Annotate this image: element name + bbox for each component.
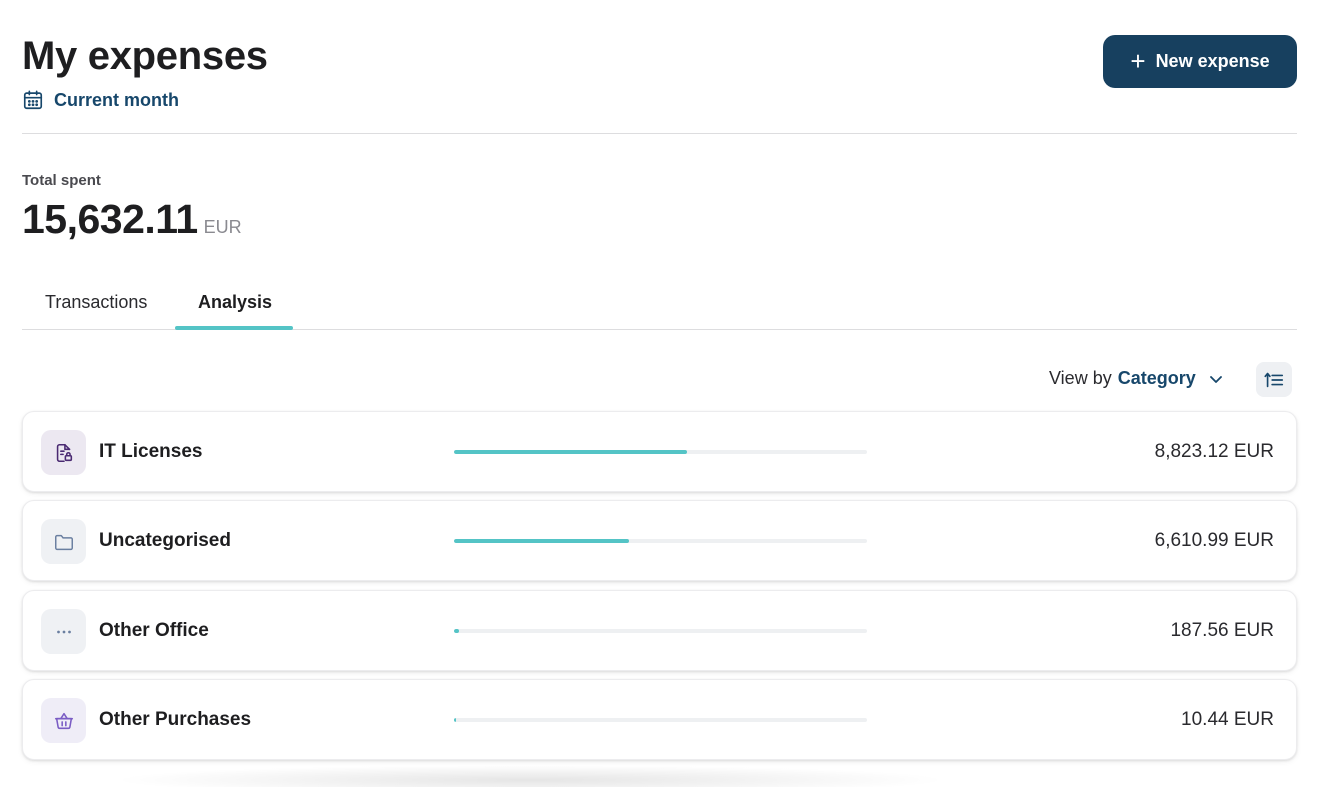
view-by-value: Category xyxy=(1117,368,1196,388)
category-icon-wrap xyxy=(41,609,86,654)
license-document-icon xyxy=(56,443,72,462)
category-share-bar xyxy=(454,718,867,722)
category-amount: 187.56 EUR xyxy=(1170,620,1274,641)
tab-bar: Transactions Analysis xyxy=(22,280,1297,330)
more-dots-icon xyxy=(56,630,71,633)
sort-button[interactable] xyxy=(1256,362,1292,397)
category-name: Other Purchases xyxy=(99,709,252,730)
expenses-page: My expenses Current month + New expense … xyxy=(0,0,1325,787)
new-expense-button[interactable]: + New expense xyxy=(1103,35,1297,88)
header-divider xyxy=(22,133,1297,134)
total-spent-currency: EUR xyxy=(203,217,242,237)
plus-icon: + xyxy=(1130,45,1146,76)
calendar-icon xyxy=(23,90,43,110)
category-row[interactable]: Other Office 187.56 EUR xyxy=(22,590,1297,671)
category-name: Uncategorised xyxy=(99,530,231,551)
tab-analysis[interactable]: Analysis xyxy=(198,292,272,313)
view-by-prefix: View by xyxy=(1049,368,1112,388)
category-icon-wrap xyxy=(41,430,86,475)
category-row[interactable]: Other Purchases 10.44 EUR xyxy=(22,679,1297,760)
category-amount: 6,610.99 EUR xyxy=(1154,530,1274,551)
total-spent-amount: 15,632.11 xyxy=(22,196,198,242)
sort-ascending-icon xyxy=(1264,372,1284,387)
active-tab-indicator xyxy=(175,326,293,330)
category-share-fill xyxy=(454,539,629,543)
new-expense-label: New expense xyxy=(1155,51,1270,71)
total-spent: 15,632.11 EUR xyxy=(22,196,242,243)
shopping-basket-icon xyxy=(54,712,73,729)
category-row[interactable]: Uncategorised 6,610.99 EUR xyxy=(22,500,1297,581)
category-share-bar xyxy=(454,629,867,633)
total-spent-label: Total spent xyxy=(22,172,101,189)
category-share-bar xyxy=(454,450,867,454)
period-label: Current month xyxy=(54,89,179,110)
category-share-bar xyxy=(454,539,867,543)
category-share-fill xyxy=(454,629,459,633)
category-icon-wrap xyxy=(41,698,86,743)
category-share-fill xyxy=(454,718,457,722)
category-amount: 10.44 EUR xyxy=(1181,709,1274,730)
list-bottom-shadow xyxy=(110,765,950,787)
category-amount: 8,823.12 EUR xyxy=(1154,441,1274,462)
category-icon-wrap xyxy=(41,519,86,564)
chevron-down-icon xyxy=(1209,375,1222,383)
category-share-fill xyxy=(454,450,688,454)
view-by-dropdown[interactable]: View by Category xyxy=(1049,368,1224,389)
category-row[interactable]: IT Licenses 8,823.12 EUR xyxy=(22,411,1297,492)
folder-icon xyxy=(54,534,73,550)
page-title: My expenses xyxy=(22,34,268,78)
tab-transactions[interactable]: Transactions xyxy=(45,292,147,313)
period-selector[interactable]: Current month xyxy=(22,89,179,111)
category-name: IT Licenses xyxy=(99,441,203,462)
category-name: Other Office xyxy=(99,620,209,641)
